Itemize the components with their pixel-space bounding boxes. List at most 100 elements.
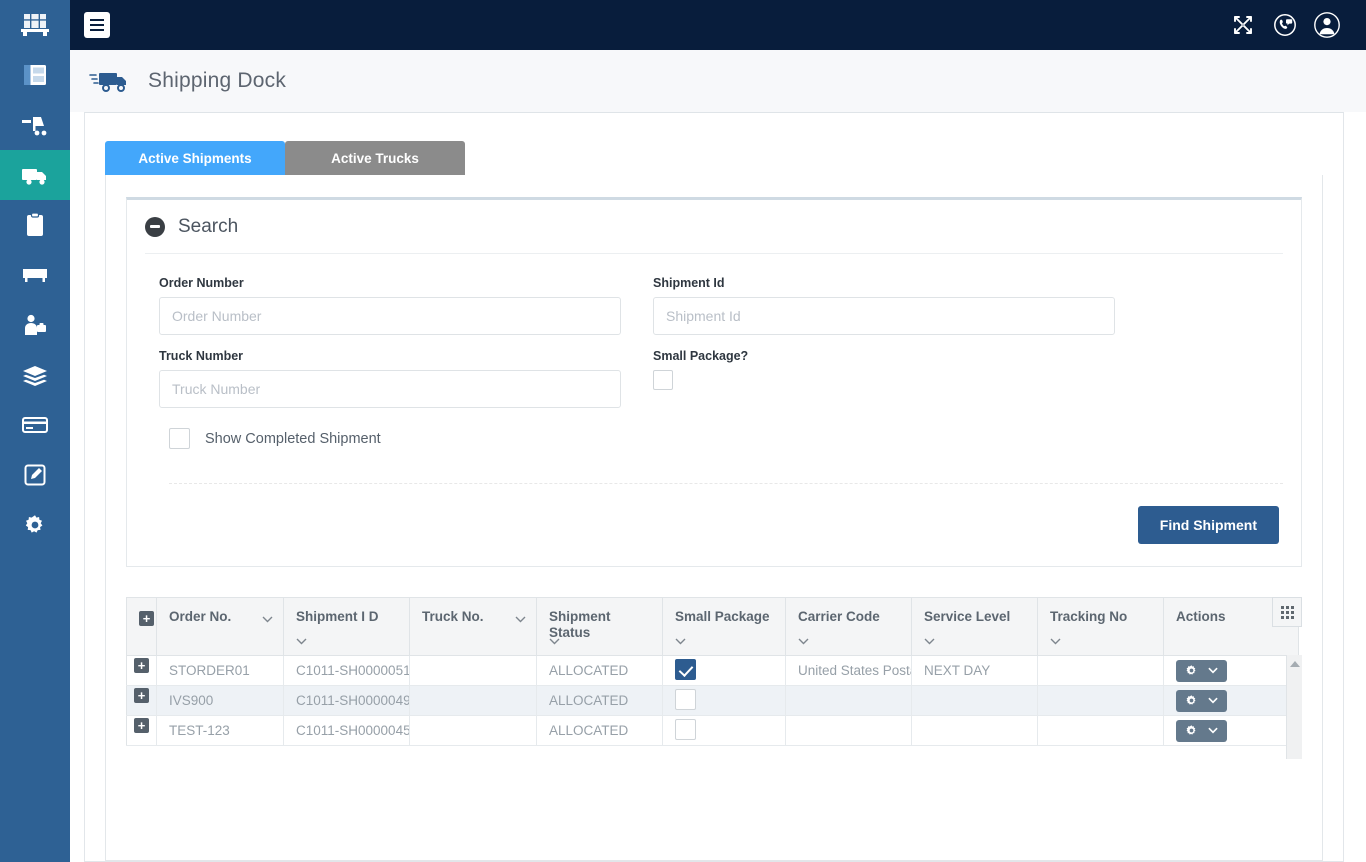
shipment-id-input[interactable] bbox=[653, 297, 1115, 335]
cell-shipment-status: ALLOCATED bbox=[536, 685, 663, 716]
small-package-row-checkbox[interactable] bbox=[675, 658, 696, 680]
row-actions-button[interactable] bbox=[1176, 659, 1227, 682]
user-avatar-icon[interactable] bbox=[1306, 0, 1348, 50]
order-number-label: Order Number bbox=[159, 276, 244, 290]
small-package-row-checkbox[interactable] bbox=[675, 688, 696, 710]
chevron-down-icon[interactable] bbox=[1050, 631, 1061, 648]
pallet-box-logo-icon[interactable] bbox=[0, 0, 70, 50]
sidebar-item-receiving[interactable] bbox=[0, 100, 70, 150]
content-area: Active Shipments Active Trucks Search Or… bbox=[70, 112, 1366, 862]
grid-col-label: Small Package bbox=[675, 609, 770, 624]
cell-shipment-id: C1011-SH0000049 bbox=[283, 685, 410, 716]
shipments-grid-wrapper: + Order No. Shipment I D Truck No. Shipm… bbox=[126, 597, 1302, 759]
topbar bbox=[70, 0, 1366, 50]
gear-icon bbox=[1186, 695, 1196, 705]
row-expand-cell[interactable]: + bbox=[126, 655, 157, 686]
plus-square-icon[interactable]: + bbox=[134, 718, 149, 733]
gear-icon bbox=[1186, 725, 1196, 735]
find-shipment-button[interactable]: Find Shipment bbox=[1137, 506, 1279, 544]
grid-col-carrier-code[interactable]: Carrier Code bbox=[785, 597, 912, 656]
grid-col-truck-no[interactable]: Truck No. bbox=[409, 597, 537, 656]
sidebar-item-inventory[interactable] bbox=[0, 250, 70, 300]
cell-service-level: NEXT DAY bbox=[911, 655, 1038, 686]
grid-col-small-package[interactable]: Small Package bbox=[662, 597, 786, 656]
tab-bar: Active Shipments Active Trucks bbox=[105, 141, 1323, 175]
form-field-small-package: Small Package? bbox=[653, 349, 1147, 408]
table-row[interactable]: + STORDER01 C1011-SH0000051 ALLOCATED Un… bbox=[126, 655, 1299, 686]
show-completed-label: Show Completed Shipment bbox=[205, 430, 381, 447]
sidebar bbox=[0, 0, 70, 862]
chevron-down-icon[interactable] bbox=[675, 631, 686, 648]
cell-service-level bbox=[911, 715, 1038, 746]
small-package-checkbox[interactable] bbox=[653, 370, 673, 390]
sidebar-item-settings[interactable] bbox=[0, 500, 70, 550]
row-actions-button[interactable] bbox=[1176, 719, 1227, 742]
grid-col-shipment-status[interactable]: Shipment Status bbox=[536, 597, 663, 656]
cell-truck-no bbox=[409, 715, 537, 746]
order-number-input[interactable] bbox=[159, 297, 621, 335]
cell-shipment-id: C1011-SH0000051 bbox=[283, 655, 410, 686]
sidebar-item-stock[interactable] bbox=[0, 350, 70, 400]
grid-vertical-scrollbar[interactable] bbox=[1286, 655, 1302, 759]
cell-tracking-no bbox=[1037, 715, 1164, 746]
grid-col-label: Shipment Status bbox=[549, 609, 611, 640]
truck-number-input[interactable] bbox=[159, 370, 621, 408]
row-expand-cell[interactable]: + bbox=[126, 715, 157, 746]
table-row[interactable]: + TEST-123 C1011-SH0000045 ALLOCATED bbox=[126, 715, 1299, 746]
cell-tracking-no bbox=[1037, 655, 1164, 686]
sidebar-item-labor[interactable] bbox=[0, 300, 70, 350]
chevron-down-icon[interactable] bbox=[262, 609, 273, 626]
form-field-order-number: Order Number bbox=[159, 276, 653, 335]
gear-icon bbox=[1186, 665, 1196, 675]
sidebar-item-dashboard[interactable] bbox=[0, 50, 70, 100]
hamburger-menu-icon[interactable] bbox=[84, 12, 110, 38]
grid-col-label: Truck No. bbox=[422, 609, 484, 624]
plus-square-icon[interactable]: + bbox=[134, 658, 149, 673]
cell-tracking-no bbox=[1037, 685, 1164, 716]
chevron-down-icon bbox=[1208, 667, 1218, 674]
grid-col-label: Carrier Code bbox=[798, 609, 880, 624]
grid-col-tracking-no[interactable]: Tracking No bbox=[1037, 597, 1164, 656]
cell-order-no: STORDER01 bbox=[156, 655, 284, 686]
cell-small-package bbox=[662, 685, 786, 716]
grid-col-label: Actions bbox=[1176, 609, 1226, 624]
sidebar-item-billing[interactable] bbox=[0, 400, 70, 450]
fullscreen-icon[interactable] bbox=[1222, 0, 1264, 50]
form-row-1: Order Number Shipment Id bbox=[159, 276, 1283, 335]
cell-shipment-status: ALLOCATED bbox=[536, 655, 663, 686]
minus-circle-icon[interactable] bbox=[145, 216, 165, 237]
shipments-grid: + Order No. Shipment I D Truck No. Shipm… bbox=[126, 597, 1299, 746]
plus-square-icon[interactable]: + bbox=[139, 611, 154, 626]
small-package-row-checkbox[interactable] bbox=[675, 718, 696, 740]
tab-active-shipments[interactable]: Active Shipments bbox=[105, 141, 285, 175]
search-panel-title: Search bbox=[178, 215, 239, 237]
tab-active-trucks[interactable]: Active Trucks bbox=[285, 141, 465, 175]
scroll-arrow-up-icon[interactable] bbox=[1289, 661, 1300, 667]
chevron-down-icon[interactable] bbox=[924, 631, 935, 648]
form-row-2: Truck Number Small Package? bbox=[159, 349, 1283, 408]
grid-col-label: Service Level bbox=[924, 609, 1011, 624]
plus-square-icon[interactable]: + bbox=[134, 688, 149, 703]
table-row[interactable]: + IVS900 C1011-SH0000049 ALLOCATED bbox=[126, 685, 1299, 716]
row-actions-button[interactable] bbox=[1176, 689, 1227, 712]
chevron-down-icon[interactable] bbox=[798, 631, 809, 648]
column-picker-button[interactable] bbox=[1272, 597, 1302, 627]
grid-col-service-level[interactable]: Service Level bbox=[911, 597, 1038, 656]
cell-order-no: TEST-123 bbox=[156, 715, 284, 746]
cell-service-level bbox=[911, 685, 1038, 716]
grid-col-shipment-id[interactable]: Shipment I D bbox=[283, 597, 410, 656]
search-panel-header: Search bbox=[145, 200, 1283, 254]
grid-dots-icon bbox=[1280, 605, 1294, 619]
grid-col-order-no[interactable]: Order No. bbox=[156, 597, 284, 656]
row-expand-cell[interactable]: + bbox=[126, 685, 157, 716]
support-phone-icon[interactable] bbox=[1264, 0, 1306, 50]
sidebar-item-reports[interactable] bbox=[0, 450, 70, 500]
chevron-down-icon[interactable] bbox=[296, 631, 307, 648]
chevron-down-icon[interactable] bbox=[515, 609, 526, 626]
sidebar-item-shipping[interactable] bbox=[0, 150, 70, 200]
small-package-label: Small Package? bbox=[653, 349, 749, 363]
sidebar-item-orders[interactable] bbox=[0, 200, 70, 250]
show-completed-checkbox[interactable] bbox=[169, 428, 190, 449]
chevron-down-icon[interactable] bbox=[549, 631, 560, 648]
cell-actions bbox=[1163, 685, 1299, 716]
